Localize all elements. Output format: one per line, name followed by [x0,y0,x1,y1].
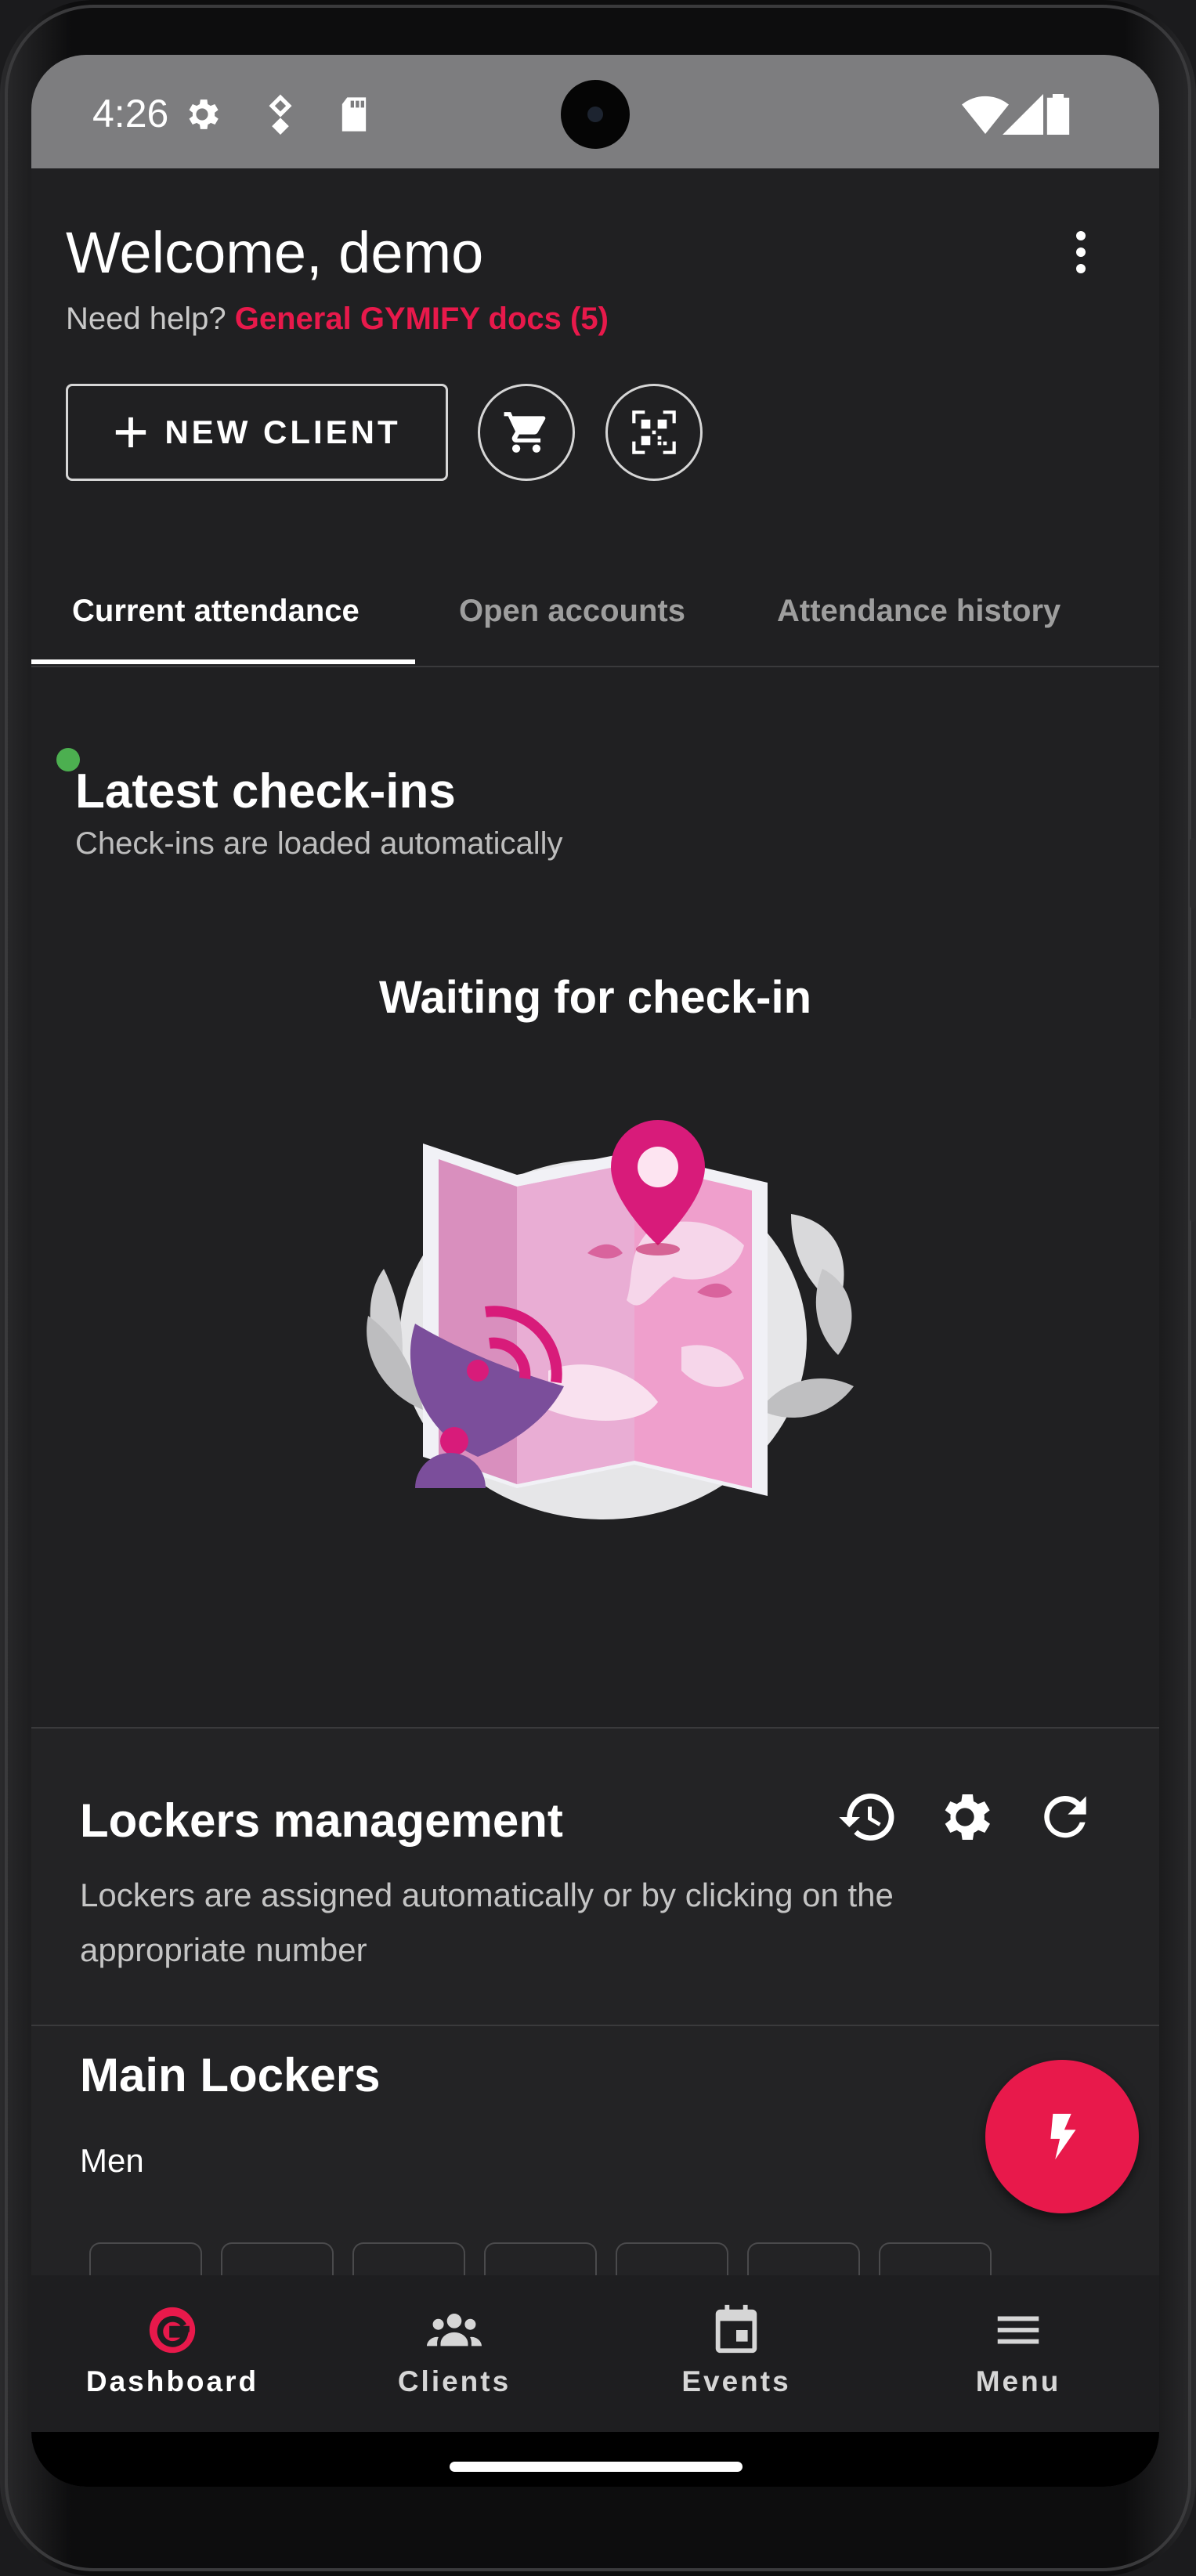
gesture-bar-area [31,2432,1159,2487]
app-screen: 4:26 Welcome, demo Need help? General GY… [31,55,1159,2487]
cell-signal-icon [1003,94,1043,135]
tab-current-attendance[interactable]: Current attendance [72,556,360,666]
qr-scan-button[interactable] [605,384,703,481]
tab-bar: Current attendance Open accounts Attenda… [31,556,1159,667]
history-icon[interactable] [836,1786,899,1848]
lightning-bolt-icon [1050,2113,1076,2160]
lockers-section-label: Men [80,2142,144,2179]
latest-checkins-subtitle: Check-ins are loaded automatically [75,826,563,861]
latest-checkins-title: Latest check-ins [75,764,456,818]
help-text: Need help? General GYMIFY docs (5) [66,302,609,337]
nav-menu[interactable]: Menu [877,2303,1159,2398]
refresh-icon[interactable] [1034,1786,1097,1848]
wifi-icon [962,96,1009,134]
battery-icon [1046,94,1070,135]
nav-clients[interactable]: Clients [313,2303,595,2398]
main-lockers-title: Main Lockers [80,2049,381,2101]
divider [31,2025,1159,2026]
new-client-button[interactable]: NEW CLIENT [66,384,448,481]
settings-icon[interactable] [934,1786,996,1848]
more-options-icon[interactable] [1065,231,1097,278]
nav-events[interactable]: Events [595,2303,877,2398]
plus-icon [116,417,146,448]
home-indicator[interactable] [450,2462,743,2472]
tab-open-accounts[interactable]: Open accounts [459,556,685,666]
gymify-logo-icon [149,2307,196,2354]
sd-card-icon [341,97,367,132]
waiting-map-illustration [367,1120,854,1519]
menu-icon [997,2316,1039,2344]
active-tab-indicator [31,659,415,664]
lockers-title: Lockers management [80,1794,563,1847]
front-camera [561,80,630,149]
waiting-message: Waiting for check-in [378,972,812,1023]
help-prefix: Need help? [66,302,226,336]
new-client-label: NEW CLIENT [164,414,401,450]
nav-dashboard-label: Dashboard [85,2365,259,2397]
quick-action-button[interactable] [985,2060,1139,2213]
status-time: 4:26 [92,92,169,135]
qr-code-icon [632,410,676,454]
settings-gear-icon [189,99,219,129]
nav-events-label: Events [681,2365,791,2397]
calendar-icon [715,2304,757,2354]
nav-dashboard[interactable]: Dashboard [31,2303,313,2398]
cart-icon [504,412,546,453]
page-title: Welcome, demo [66,220,484,285]
nav-clients-label: Clients [397,2365,511,2397]
tab-attendance-history[interactable]: Attendance history [777,556,1061,666]
nav-menu-label: Menu [975,2365,1061,2397]
docs-link[interactable]: General GYMIFY docs (5) [235,302,609,336]
people-icon [427,2314,482,2347]
lockers-description: Lockers are assigned automatically or by… [80,1877,894,1968]
status-bar: 4:26 [31,55,1159,168]
side-button [1190,838,1196,909]
volume-button [1190,1018,1196,1222]
cart-button[interactable] [478,384,575,481]
location-pin-icon [269,94,292,135]
